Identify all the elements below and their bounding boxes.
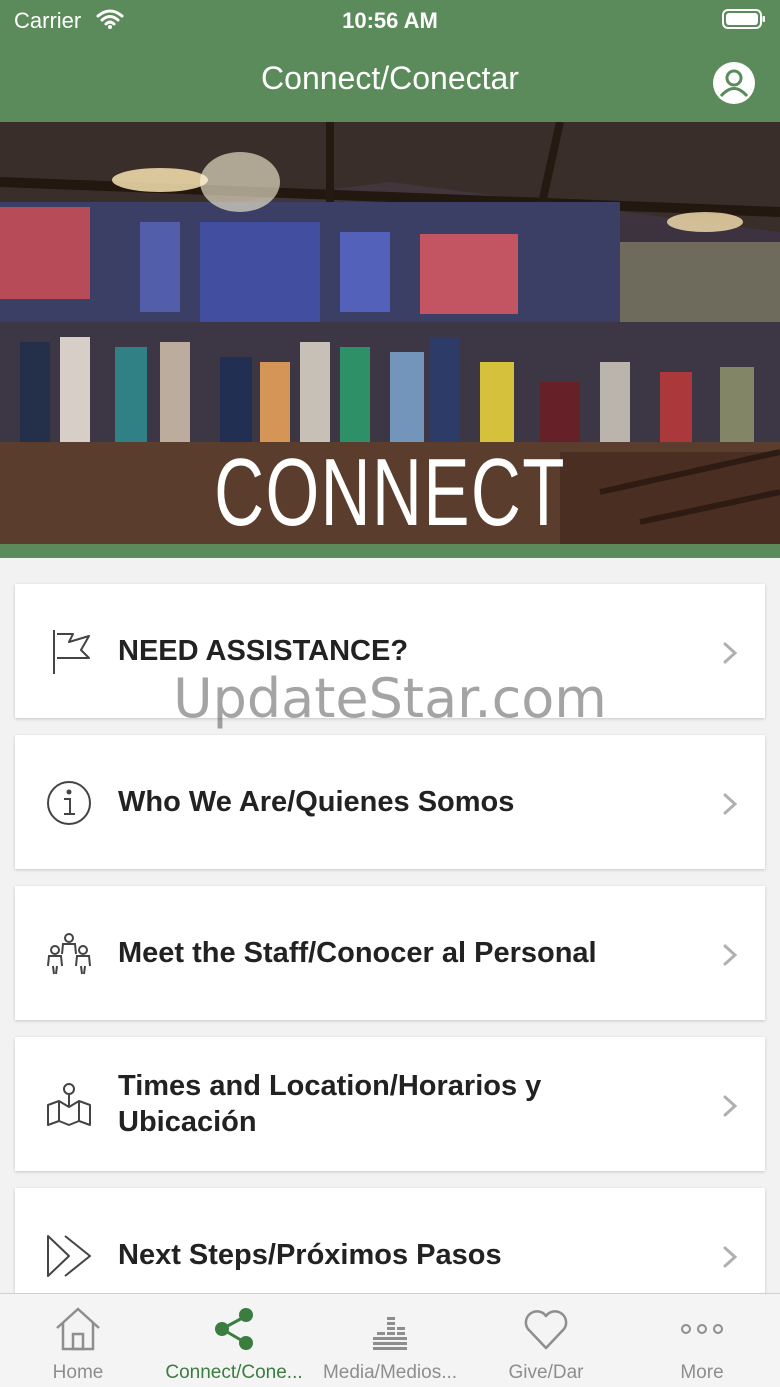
tab-home[interactable]: Home <box>0 1294 156 1387</box>
media-icon <box>373 1317 407 1350</box>
tab-label: Media/Medios... <box>322 1362 458 1383</box>
list-item-label: Next Steps/Próximos Pasos <box>118 1239 502 1271</box>
tab-label: Home <box>52 1362 104 1383</box>
navigation-bar: Connect/Conectar <box>0 40 780 122</box>
heart-icon <box>524 1310 568 1350</box>
tab-bar: Home Connect/Cone... Media/Medios... Giv… <box>0 1293 780 1387</box>
list-item-label: NEED ASSISTANCE? <box>118 635 409 667</box>
list-item-meet-the-staff[interactable]: Meet the Staff/Conocer al Personal <box>15 886 765 1020</box>
hero-overlay-text: CONNECT <box>214 439 566 544</box>
home-icon <box>56 1307 100 1351</box>
people-icon <box>47 933 91 975</box>
fast-forward-icon <box>47 1235 91 1277</box>
map-icon <box>47 1083 91 1126</box>
list-item-label: Meet the Staff/Conocer al Personal <box>118 937 597 969</box>
hero-image: CONNECT <box>0 122 780 544</box>
tab-give[interactable]: Give/Dar <box>468 1294 624 1387</box>
more-icon <box>681 1324 723 1334</box>
tab-more[interactable]: More <box>624 1294 780 1387</box>
chevron-right-icon <box>723 1246 738 1268</box>
list-item-label: Who We Are/Quienes Somos <box>118 786 515 818</box>
chevron-right-icon <box>723 793 738 815</box>
list-item-who-we-are[interactable]: Who We Are/Quienes Somos <box>15 735 765 869</box>
share-icon <box>215 1308 253 1350</box>
tab-label: Give/Dar <box>508 1362 584 1383</box>
tab-label: More <box>680 1362 724 1383</box>
profile-icon[interactable] <box>712 61 756 105</box>
chevron-right-icon <box>723 1095 738 1117</box>
chevron-right-icon <box>723 944 738 966</box>
battery-icon <box>722 9 765 29</box>
page-title: Connect/Conectar <box>261 60 519 96</box>
watermark: UpdateStar.com <box>173 667 607 730</box>
list-item-times-and-location[interactable]: Times and Location/Horarios y Ubicación <box>15 1037 765 1171</box>
tab-connect[interactable]: Connect/Cone... <box>156 1294 312 1387</box>
tab-media[interactable]: Media/Medios... <box>312 1294 468 1387</box>
hero-divider <box>0 544 780 558</box>
tab-label: Connect/Cone... <box>165 1362 303 1383</box>
status-time: 10:56 AM <box>342 8 438 33</box>
list-item-label: Times and Location/Horarios y Ubicación <box>118 1070 542 1138</box>
info-icon <box>47 781 91 825</box>
chevron-right-icon <box>723 642 738 664</box>
status-bar: Carrier 10:56 AM <box>0 0 780 40</box>
